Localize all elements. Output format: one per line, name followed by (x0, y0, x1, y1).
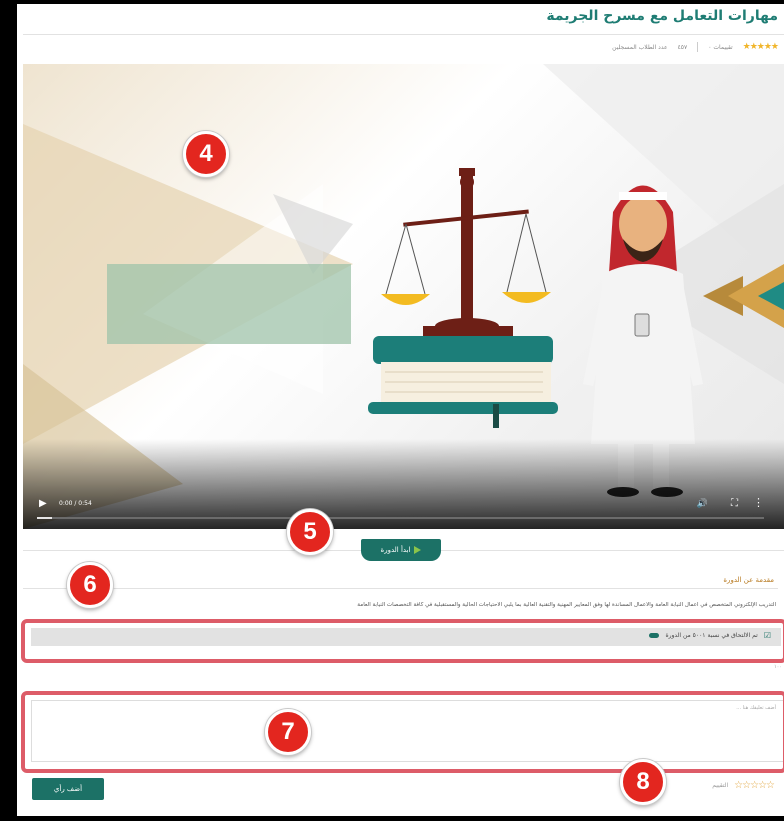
title-divider (23, 34, 784, 35)
volume-icon[interactable]: 🔊 (697, 499, 708, 509)
fullscreen-icon[interactable]: ⛶ (731, 498, 738, 509)
about-divider (23, 588, 778, 589)
about-text: التدريب الإلكتروني المتخصص في أعمال الني… (357, 602, 776, 608)
annotation-badge-8: 8 (620, 759, 666, 805)
annotation-badge-5: 5 (287, 509, 333, 555)
start-course-label: ابدأ الدورة (380, 546, 411, 554)
enrolled-label: عدد الطلاب المسجلين (612, 43, 668, 51)
page-frame: مهارات التعامل مع مسرح الجريمة ★★★★★ تقي… (17, 4, 784, 816)
rating-label: التقييم (712, 782, 729, 789)
stacked-books (368, 336, 558, 428)
scales-of-justice (381, 168, 551, 336)
play-triangle-icon (414, 546, 422, 554)
video-time: 0:00 / 0:54 (59, 500, 92, 507)
more-options-icon[interactable]: ⋮ (753, 496, 764, 509)
highlight-box-comment (21, 691, 784, 773)
video-player[interactable]: ▶ 0:00 / 0:54 🔊 ⛶ ⋮ (23, 64, 784, 529)
submit-review-button[interactable]: أضف رأي (32, 778, 104, 800)
course-rating-stars: ★★★★★ (742, 42, 779, 52)
video-control-bar (23, 439, 784, 529)
meta-separator (697, 42, 699, 52)
annotation-badge-6: 6 (67, 562, 113, 608)
course-title: مهارات التعامل مع مسرح الجريمة (546, 8, 778, 24)
rating-stars-input[interactable]: ☆☆☆☆☆ (734, 780, 775, 791)
video-progress-bar[interactable] (37, 517, 764, 519)
rating-widget[interactable]: ☆☆☆☆☆ التقييم (712, 780, 775, 791)
course-rating-label: تقييمات ٠ (708, 43, 733, 51)
about-heading: مقدمة عن الدورة (723, 576, 774, 584)
start-course-button[interactable]: ابدأ الدورة (361, 539, 441, 561)
annotation-badge-7: 7 (265, 709, 311, 755)
annotation-badge-4: 4 (183, 131, 229, 177)
highlight-box-enrollment (21, 619, 784, 663)
video-progress-fill (37, 517, 52, 519)
course-meta: ★★★★★ تقييمات ٠ ٤٥٧ عدد الطلاب المسجلين (612, 42, 779, 52)
play-icon[interactable]: ▶ (39, 498, 47, 509)
enrolled-count: ٤٥٧ (677, 43, 688, 51)
enrollment-small-text: ١٠٠ (773, 664, 782, 670)
blurred-text-area (107, 264, 351, 344)
